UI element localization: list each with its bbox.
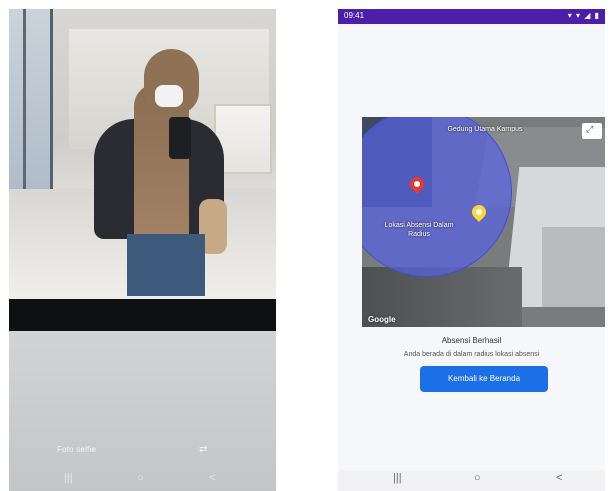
attendance-radius-circle	[362, 117, 512, 277]
camera-switch-icon[interactable]: ⇄	[199, 444, 207, 455]
recent-apps-icon[interactable]: |||	[393, 472, 402, 484]
map-label-building: Gedung Utama Kampus	[447, 126, 523, 133]
recent-apps-icon[interactable]: |||	[64, 472, 73, 484]
back-icon[interactable]: <	[209, 472, 215, 484]
map-label-area: Lokasi Absensi Dalam Radius	[384, 222, 454, 238]
camera-frame-bar	[9, 299, 276, 331]
home-icon[interactable]: ○	[137, 472, 144, 484]
camera-controls: Foto selfie ⇄	[9, 442, 276, 462]
fullscreen-icon: ⤢	[586, 124, 594, 134]
back-icon[interactable]: <	[556, 472, 562, 484]
map-fullscreen-button[interactable]: ⤢	[582, 123, 602, 139]
camera-bottom-panel	[9, 331, 276, 491]
map-phone-screen: 09:41 ▾ ▾ ◢ ▮ Gedung Utama Kampus Lokasi…	[338, 9, 605, 491]
status-bar: 09:41 ▾ ▾ ◢ ▮	[338, 9, 605, 24]
status-icons: ▾ ▾ ◢ ▮	[567, 11, 600, 20]
location-map[interactable]: Gedung Utama Kampus Lokasi Absensi Dalam…	[362, 117, 605, 327]
camera-nav-bar: ||| ○ <	[9, 471, 276, 491]
camera-phone-screen: Foto selfie ⇄ ||| ○ <	[9, 9, 276, 491]
home-icon[interactable]: ○	[474, 472, 481, 484]
preview-jeans	[127, 234, 205, 296]
google-logo: Google	[368, 315, 396, 324]
screenshot-canvas: Foto selfie ⇄ ||| ○ < 09:41 ▾ ▾ ◢ ▮ Gedu…	[0, 0, 613, 491]
preview-person-mask	[155, 85, 183, 107]
status-time: 09:41	[344, 11, 365, 20]
preview-handheld-phone	[169, 117, 191, 159]
map-building-c	[542, 227, 605, 307]
camera-preview	[9, 9, 276, 299]
back-home-button[interactable]: Kembali ke Beranda	[420, 366, 548, 392]
nav-bar: ||| ○ <	[338, 471, 605, 491]
attendance-description: Anda berada di dalam radius lokasi absen…	[403, 351, 540, 358]
camera-mode-label[interactable]: Foto selfie	[57, 445, 96, 454]
attendance-title: Absensi Berhasil	[441, 336, 502, 345]
